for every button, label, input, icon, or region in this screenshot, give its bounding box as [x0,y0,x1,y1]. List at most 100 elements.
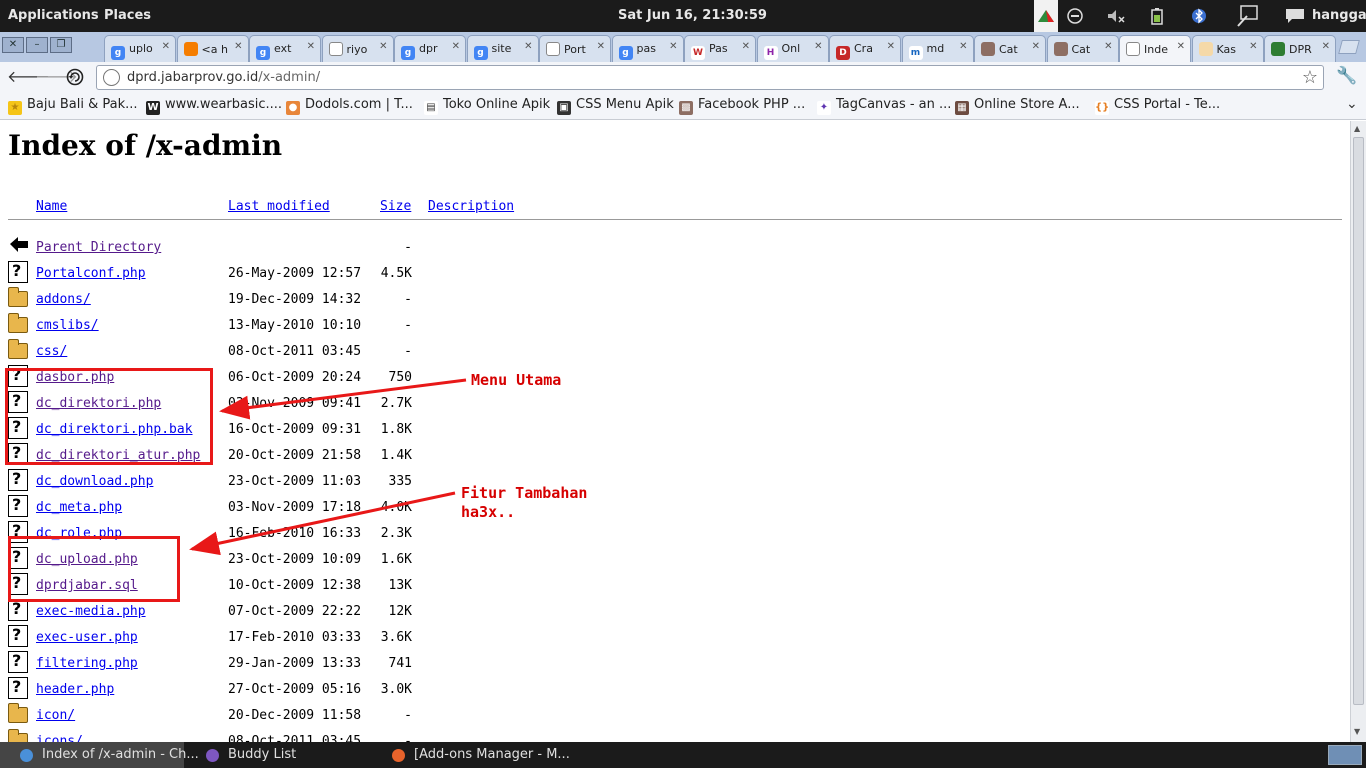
file-link[interactable]: filtering.php [36,656,138,671]
table-row: Portalconf.php 26-May-2009 12:57 4.5K [0,261,900,289]
minimize-window-icon[interactable]: – [26,37,48,53]
tab-8[interactable]: W Pas ✕ [684,35,756,62]
column-header-size[interactable]: Size [380,199,411,214]
file-link[interactable]: exec-media.php [36,604,146,619]
scrollbar-thumb[interactable] [1353,137,1364,705]
chat-icon[interactable] [1282,0,1308,32]
presence-icon[interactable] [1064,0,1086,32]
file-link[interactable]: dc_download.php [36,474,153,489]
tab-4[interactable]: g dpr ✕ [394,35,466,62]
tab-close-icon[interactable]: ✕ [1104,41,1112,52]
battery-icon[interactable] [1146,0,1168,32]
tab-14[interactable]: Inde ✕ [1119,35,1191,62]
bookmark-label: CSS Menu Apik [576,97,674,112]
file-link[interactable]: icon/ [36,708,75,723]
bookmark-item[interactable]: ▣ CSS Menu Apik [557,97,674,115]
tab-close-icon[interactable]: ✕ [234,41,242,52]
page-icon: ▤ [424,101,438,115]
tab-close-icon[interactable]: ✕ [1177,41,1185,52]
bookmark-item[interactable]: ★ Baju Bali & Pak... [8,97,138,115]
tab-close-icon[interactable]: ✕ [307,41,315,52]
tab-close-icon[interactable]: ✕ [597,41,605,52]
wrench-menu-icon[interactable]: 🔧 [1336,66,1357,86]
page-info-icon[interactable] [103,69,120,86]
tab-close-icon[interactable]: ✕ [524,41,532,52]
show-desktop-icon[interactable] [1328,745,1362,765]
tab-close-icon[interactable]: ✕ [887,41,895,52]
app-indicator-icon[interactable] [1034,0,1058,32]
bookmark-item[interactable]: {} CSS Portal - Te... [1095,97,1220,115]
tab-5[interactable]: g site ✕ [466,35,539,62]
tab-2[interactable]: g ext ✕ [249,35,321,62]
tab-close-icon[interactable]: ✕ [814,41,822,52]
file-link[interactable]: cmslibs/ [36,318,99,333]
tab-close-icon[interactable]: ✕ [1032,41,1040,52]
bookmark-item[interactable]: ▩ Facebook PHP ... [679,97,805,115]
taskbar-window-button[interactable]: [Add-ons Manager - M... [372,742,572,768]
bookmark-item[interactable]: Wwww.wearbasic.... [146,97,282,115]
file-link[interactable]: dc_meta.php [36,500,122,515]
bookmark-item[interactable]: ▦ Online Store A... [955,97,1080,115]
forward-arrow-icon[interactable]: 🡒 [35,66,78,88]
last-modified-cell: 07-Oct-2009 22:22 [228,604,362,619]
tab-close-icon[interactable]: ✕ [379,41,387,52]
bookmark-item[interactable]: ● Dodols.com | T... [286,97,413,115]
new-tab-button[interactable] [1338,40,1360,54]
taskbar-window-button[interactable]: Index of /x-admin - Ch... [0,742,199,768]
tab-12[interactable]: Cat ✕ [974,35,1046,62]
column-header-description[interactable]: Description [428,199,514,214]
volume-muted-icon[interactable] [1104,0,1128,32]
column-header-last-modified[interactable]: Last modified [228,199,330,214]
tab-close-icon[interactable]: ✕ [452,41,460,52]
tab-15[interactable]: Kas ✕ [1191,35,1264,62]
restore-window-icon[interactable]: ❐ [50,37,72,53]
taskbar-window-label: [Add-ons Manager - M... [414,747,570,762]
tab-0[interactable]: g uplo ✕ [104,35,176,62]
places-menu[interactable]: Places [104,8,151,23]
file-link[interactable]: addons/ [36,292,91,307]
tab-close-icon[interactable]: ✕ [742,41,750,52]
bookmark-star-icon[interactable]: ☆ [1302,67,1318,88]
clock[interactable]: Sat Jun 16, 21:30:59 [618,8,767,23]
tab-16[interactable]: DPR ✕ [1264,35,1336,62]
file-link[interactable]: icons/ [36,734,83,742]
vertical-scrollbar[interactable]: ▲ ▼ [1350,121,1366,742]
user-menu[interactable]: hangga [1312,8,1366,23]
tab-close-icon[interactable]: ✕ [162,41,170,52]
browser-toolbar: 🡐 🡒 dprd.jabarprov.go.id/x-admin/ ☆ 🔧 [0,62,1366,92]
tab-10[interactable]: D Cra ✕ [829,35,901,62]
tab-label: dpr [419,42,438,55]
tab-13[interactable]: Cat ✕ [1046,35,1119,62]
tab-1[interactable]: <a h ✕ [176,35,249,62]
applications-menu[interactable]: Applications [8,8,99,23]
taskbar-window-button[interactable]: Buddy List [186,742,370,768]
column-header-name[interactable]: Name [36,199,67,214]
close-window-icon[interactable]: ✕ [2,37,24,53]
file-link[interactable]: Parent Directory [36,240,161,255]
scroll-down-icon[interactable]: ▼ [1354,727,1360,736]
file-link[interactable]: Portalconf.php [36,266,146,281]
table-row: filtering.php 29-Jan-2009 13:33 741 [0,651,900,679]
tab-close-icon[interactable]: ✕ [669,41,677,52]
file-link[interactable]: css/ [36,344,67,359]
tab-7[interactable]: g pas ✕ [611,35,684,62]
bookmark-item[interactable]: ▤ Toko Online Apik [424,97,550,115]
bookmarks-overflow-chevron-icon[interactable]: ⌄ [1346,96,1358,112]
tab-9[interactable]: H Onl ✕ [756,35,829,62]
tab-close-icon[interactable]: ✕ [959,41,967,52]
table-row: addons/19-Dec-2009 14:32 - [0,287,900,315]
bluetooth-icon[interactable] [1188,0,1210,32]
file-link[interactable]: header.php [36,682,114,697]
scroll-up-icon[interactable]: ▲ [1354,124,1360,133]
tab-close-icon[interactable]: ✕ [1249,41,1257,52]
reload-icon[interactable] [64,66,86,88]
network-icon[interactable] [1232,0,1262,32]
back-arrow-icon[interactable]: 🡐 [7,66,50,88]
tab-6[interactable]: Port ✕ [539,35,611,62]
tab-close-icon[interactable]: ✕ [1322,41,1330,52]
file-link[interactable]: exec-user.php [36,630,138,645]
tab-3[interactable]: riyo ✕ [321,35,394,62]
bookmark-item[interactable]: ✦ TagCanvas - an ... [817,97,951,115]
address-bar[interactable]: dprd.jabarprov.go.id/x-admin/ ☆ [96,65,1324,90]
tab-11[interactable]: m md ✕ [901,35,974,62]
